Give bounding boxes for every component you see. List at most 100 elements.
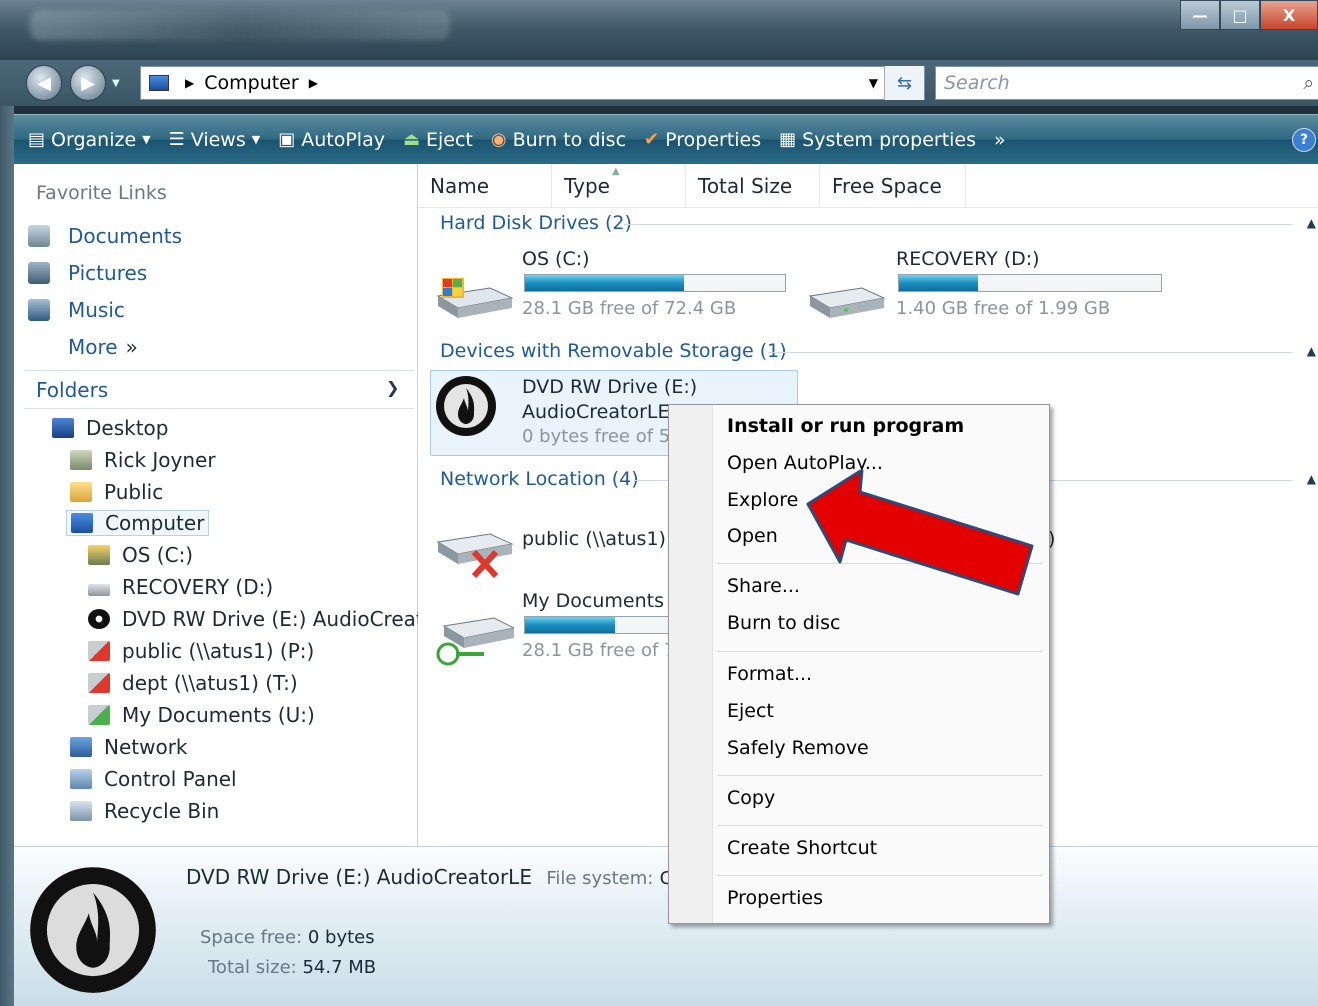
tree-item-my-documents-u[interactable]: My Documents (U:)	[88, 703, 315, 727]
eject-label: Eject	[426, 128, 473, 151]
column-label: Free Space	[832, 174, 942, 198]
tree-item-desktop[interactable]: Desktop	[52, 416, 168, 440]
menu-item-properties[interactable]: Properties	[727, 887, 823, 909]
drive-c-usage-bar	[524, 274, 786, 292]
tree-label: Network	[104, 735, 188, 759]
computer-icon	[71, 513, 93, 533]
favorite-music[interactable]: Music	[28, 298, 125, 322]
group-hard-disk-drives[interactable]: Hard Disk Drives (2)	[440, 212, 632, 234]
tree-label: OS (C:)	[122, 543, 194, 567]
organize-label: Organize	[51, 128, 137, 151]
menu-item-eject[interactable]: Eject	[727, 700, 774, 722]
menu-item-install-run[interactable]: Install or run program	[727, 415, 964, 437]
favorite-documents[interactable]: Documents	[28, 224, 182, 248]
disconnected-network-drive-icon	[88, 641, 110, 661]
drive-c-name[interactable]: OS (C:)	[522, 248, 590, 270]
details-title: DVD RW Drive (E:) AudioCreatorLE File sy…	[186, 865, 686, 889]
dvd-drive-icon	[88, 609, 110, 629]
menu-item-explore[interactable]: Explore	[727, 489, 798, 511]
breadcrumb-chevron-icon[interactable]: ▶	[185, 76, 194, 90]
divider	[24, 408, 414, 409]
column-free-space[interactable]: Free Space	[820, 164, 966, 208]
back-button[interactable]: ◀	[26, 65, 62, 101]
pictures-icon	[28, 262, 50, 284]
column-total-size[interactable]: Total Size	[686, 164, 820, 208]
drive-p-name[interactable]: public (\\atus1) (	[522, 528, 679, 550]
usage-fill	[899, 275, 978, 291]
tree-item-dvd-e[interactable]: DVD RW Drive (E:) AudioCreatorL	[88, 607, 455, 631]
search-input[interactable]: Search ⌕	[935, 66, 1318, 100]
group-network-location[interactable]: Network Location (4)	[440, 468, 639, 490]
address-dropdown-icon[interactable]: ▼	[869, 76, 878, 90]
sort-ascending-icon: ▲	[612, 166, 620, 177]
documents-icon	[28, 225, 50, 247]
eject-button[interactable]: ⏏ Eject	[403, 129, 473, 151]
tree-item-os-c[interactable]: OS (C:)	[88, 543, 193, 567]
collapse-icon[interactable]: ▲	[1307, 216, 1316, 230]
close-button[interactable]: X	[1260, 0, 1318, 30]
breadcrumb-computer[interactable]: Computer	[204, 72, 298, 94]
breadcrumb-chevron-icon[interactable]: ▶	[309, 76, 318, 90]
back-arrow-icon: ◀	[37, 72, 51, 94]
search-icon[interactable]: ⌕	[1303, 72, 1314, 94]
organize-button[interactable]: ▤ Organize ▼	[28, 129, 151, 151]
divider	[24, 370, 414, 371]
group-removable-storage[interactable]: Devices with Removable Storage (1)	[440, 340, 787, 362]
tree-item-computer[interactable]: Computer	[66, 510, 210, 536]
tree-item-public-p[interactable]: public (\\atus1) (P:)	[88, 639, 314, 663]
menu-item-create-shortcut[interactable]: Create Shortcut	[727, 837, 877, 859]
minimize-button[interactable]: —	[1180, 0, 1220, 30]
tree-item-recovery-d[interactable]: RECOVERY (D:)	[88, 575, 273, 599]
column-label: Total Size	[698, 174, 793, 198]
chevron-down-icon[interactable]: ❯	[386, 378, 399, 397]
address-bar[interactable]: ▶ Computer ▶ ▼ ⇆	[140, 66, 925, 100]
tree-item-recycle-bin[interactable]: Recycle Bin	[70, 799, 219, 823]
menu-item-copy[interactable]: Copy	[727, 787, 775, 809]
system-properties-button[interactable]: ▦ System properties	[779, 129, 976, 151]
menu-item-share[interactable]: Share...	[727, 575, 800, 597]
favorite-links-title: Favorite Links	[36, 182, 167, 204]
tree-item-network[interactable]: Network	[70, 735, 188, 759]
burn-disc-icon: ◉	[490, 129, 507, 150]
menu-item-burn-to-disc[interactable]: Burn to disc	[727, 612, 840, 634]
favorite-pictures[interactable]: Pictures	[28, 261, 147, 285]
folders-header[interactable]: Folders	[36, 378, 108, 402]
navigation-pane: Favorite Links Documents Pictures Music …	[14, 164, 455, 846]
column-type[interactable]: ▲ Type	[552, 164, 686, 208]
views-label: Views	[190, 128, 246, 151]
menu-separator	[717, 825, 1043, 826]
tree-label: Public	[104, 480, 164, 504]
tree-item-rick-joyner[interactable]: Rick Joyner	[70, 448, 216, 472]
refresh-icon[interactable]: ⇆	[884, 66, 924, 100]
more-commands-button[interactable]: »	[994, 129, 1006, 151]
autoplay-button[interactable]: ▣ AutoPlay	[278, 129, 385, 151]
burn-to-disc-button[interactable]: ◉ Burn to disc	[491, 129, 626, 151]
tree-label: dept (\\atus1) (T:)	[122, 671, 298, 695]
menu-item-format[interactable]: Format...	[727, 663, 812, 685]
system-properties-icon: ▦	[779, 129, 797, 150]
collapse-icon[interactable]: ▲	[1307, 344, 1316, 358]
menu-item-safely-remove[interactable]: Safely Remove	[727, 737, 869, 759]
views-button[interactable]: ☰ Views ▼	[169, 129, 261, 151]
red-arrow-annotation-icon	[806, 470, 1034, 596]
column-name[interactable]: Name	[418, 164, 552, 208]
tree-item-public[interactable]: Public	[70, 480, 163, 504]
collapse-icon[interactable]: ▲	[1307, 472, 1316, 486]
help-icon[interactable]: ?	[1292, 128, 1316, 152]
drive-c-free: 28.1 GB free of 72.4 GB	[522, 298, 737, 319]
properties-label: Properties	[665, 128, 762, 151]
recycle-bin-icon	[70, 801, 92, 821]
computer-icon	[149, 75, 169, 91]
favorite-more[interactable]: More »	[68, 335, 138, 359]
tree-item-control-panel[interactable]: Control Panel	[70, 767, 237, 791]
drive-e-free: 0 bytes free of 54	[522, 426, 682, 447]
column-headers: Name ▲ Type Total Size Free Space	[418, 164, 1318, 208]
forward-button[interactable]: ▶	[70, 65, 106, 101]
menu-item-open[interactable]: Open	[727, 525, 778, 547]
drive-d-name[interactable]: RECOVERY (D:)	[896, 248, 1040, 270]
maximize-button[interactable]: □	[1220, 0, 1260, 30]
tree-item-dept-t[interactable]: dept (\\atus1) (T:)	[88, 671, 298, 695]
recent-pages-chevron-icon[interactable]: ▼	[112, 78, 120, 89]
drive-u-name[interactable]: My Documents (	[522, 590, 677, 612]
properties-button[interactable]: ✔ Properties	[644, 129, 761, 151]
